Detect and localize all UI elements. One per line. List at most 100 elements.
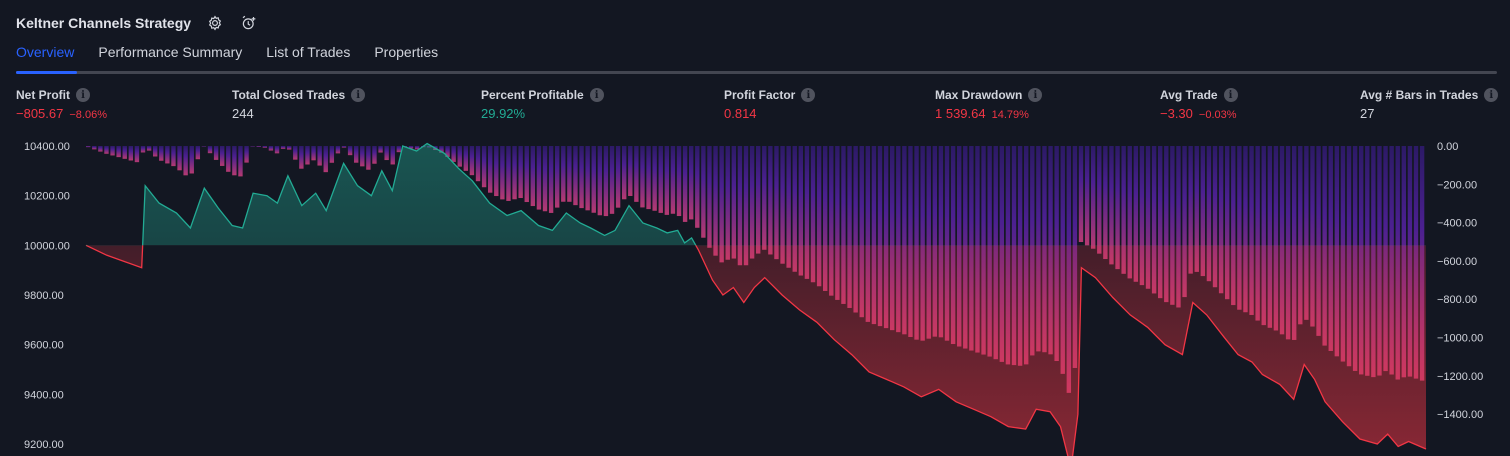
info-icon[interactable]: i: [801, 88, 816, 102]
drawdown-bar: [207, 146, 213, 154]
info-icon[interactable]: i: [1484, 88, 1499, 102]
tab-performance-summary[interactable]: Performance Summary: [98, 44, 242, 68]
drawdown-bar: [561, 146, 566, 202]
drawdown-bar: [646, 146, 651, 210]
drawdown-bar: [756, 146, 761, 254]
info-icon[interactable]: i: [589, 88, 604, 102]
drawdown-bar: [98, 146, 103, 152]
drawdown-bar: [165, 146, 170, 164]
drawdown-bar: [591, 146, 596, 213]
drawdown-bar: [110, 146, 115, 156]
info-icon[interactable]: i: [1223, 88, 1238, 102]
stat-net-profit: Net Profit i −805.67 −8.06%: [16, 88, 107, 121]
gear-icon[interactable]: [205, 13, 225, 33]
drawdown-bar: [695, 146, 700, 228]
stat-label: Net Profit: [16, 88, 70, 102]
drawdown-bar: [463, 146, 469, 171]
drawdown-bar: [609, 146, 615, 214]
drawdown-bar: [238, 146, 243, 177]
report-header: Keltner Channels Strategy: [16, 10, 259, 36]
drawdown-bar: [134, 146, 140, 163]
equity-drawdown-chart[interactable]: 10400.00 10200.00 10000.00 9800.00 9600.00 94…: [0, 138, 1510, 456]
equity-tick-label: 10400.00: [24, 141, 70, 153]
drawdown-bar: [664, 146, 670, 215]
drawdown-bar: [305, 146, 310, 165]
stat-total-closed-trades: Total Closed Trades i 244: [232, 88, 366, 121]
drawdown-bar: [774, 146, 779, 260]
equity-axis: 10400.00 10200.00 10000.00 9800.00 9600.00 94…: [24, 141, 70, 451]
drawdown-bar: [177, 146, 182, 171]
tab-overview[interactable]: Overview: [16, 44, 74, 68]
stat-label: Percent Profitable: [481, 88, 584, 102]
stat-avg-bars: Avg # Bars in Trades i 27: [1360, 88, 1499, 121]
drawdown-bar: [481, 146, 487, 188]
tab-properties[interactable]: Properties: [374, 44, 438, 68]
stat-label: Profit Factor: [724, 88, 796, 102]
drawdown-bar: [640, 146, 645, 208]
drawdown-bar: [183, 146, 188, 176]
drawdown-bar: [1078, 146, 1084, 243]
equity-tick-label: 10200.00: [24, 191, 70, 203]
info-icon[interactable]: i: [351, 88, 366, 102]
drawdown-bar: [250, 146, 255, 147]
drawdown-bar: [317, 146, 322, 166]
drawdown-bar: [494, 146, 499, 197]
drawdown-bar: [542, 146, 548, 212]
tab-list-of-trades[interactable]: List of Trades: [266, 44, 350, 68]
max-drawdown-percent: 14.79%: [991, 109, 1029, 121]
stat-label: Avg # Bars in Trades: [1360, 88, 1479, 102]
drawdown-tick-label: −400.00: [1437, 218, 1477, 230]
drawdown-bar: [384, 146, 389, 161]
drawdown-bar: [213, 146, 219, 160]
avg-trade-value: −3.30: [1160, 106, 1193, 121]
drawdown-bar: [189, 146, 194, 174]
drawdown-bar: [457, 146, 462, 167]
alarm-clock-plus-icon[interactable]: [239, 13, 259, 33]
drawdown-bar: [1091, 146, 1096, 249]
percent-profitable-value: 29.92%: [481, 106, 526, 121]
drawdown-bar: [670, 146, 676, 214]
drawdown-bar: [372, 146, 377, 164]
stat-avg-trade: Avg Trade i −3.30 −0.03%: [1160, 88, 1238, 121]
drawdown-bar: [329, 146, 335, 163]
drawdown-bar: [354, 146, 359, 163]
stat-label: Avg Trade: [1160, 88, 1218, 102]
drawdown-bar: [634, 146, 639, 202]
strategy-title: Keltner Channels Strategy: [16, 15, 192, 31]
drawdown-bar: [128, 146, 134, 161]
drawdown-bar: [548, 146, 554, 213]
drawdown-bar: [707, 146, 712, 248]
equity-tick-label: 9200.00: [24, 439, 64, 451]
info-icon[interactable]: i: [76, 88, 90, 102]
drawdown-bar: [280, 146, 286, 149]
equity-tick-label: 10000.00: [24, 240, 70, 252]
drawdown-bar: [92, 146, 97, 150]
drawdown-bar: [244, 146, 249, 163]
drawdown-tick-label: −800.00: [1437, 294, 1477, 306]
drawdown-bar: [555, 146, 560, 208]
total-closed-trades-value: 244: [232, 106, 254, 121]
active-tab-indicator: [16, 71, 77, 74]
drawdown-bar: [567, 146, 572, 202]
drawdown-axis: 0.00 −200.00 −400.00 −600.00 −800.00 −1000.00…: [1437, 141, 1483, 421]
drawdown-bar: [749, 146, 755, 259]
drawdown-bar: [451, 146, 456, 162]
drawdown-bar: [475, 146, 481, 182]
drawdown-bar: [652, 146, 657, 211]
drawdown-bar: [1103, 146, 1108, 260]
info-icon[interactable]: i: [1028, 88, 1043, 102]
drawdown-bar: [86, 146, 91, 148]
drawdown-bar: [536, 146, 542, 210]
drawdown-bar: [122, 146, 127, 159]
stat-max-drawdown: Max Drawdown i 1 539.64 14.79%: [935, 88, 1043, 121]
drawdown-bar: [220, 146, 225, 166]
drawdown-bar: [256, 146, 261, 147]
drawdown-bar: [274, 146, 280, 154]
drawdown-bar: [713, 146, 718, 256]
drawdown-bar: [153, 146, 158, 157]
drawdown-bar: [341, 146, 347, 148]
drawdown-bar: [268, 146, 274, 151]
equity-tick-label: 9800.00: [24, 290, 64, 302]
drawdown-tick-label: −600.00: [1437, 256, 1477, 268]
avg-bars-value: 27: [1360, 106, 1375, 121]
